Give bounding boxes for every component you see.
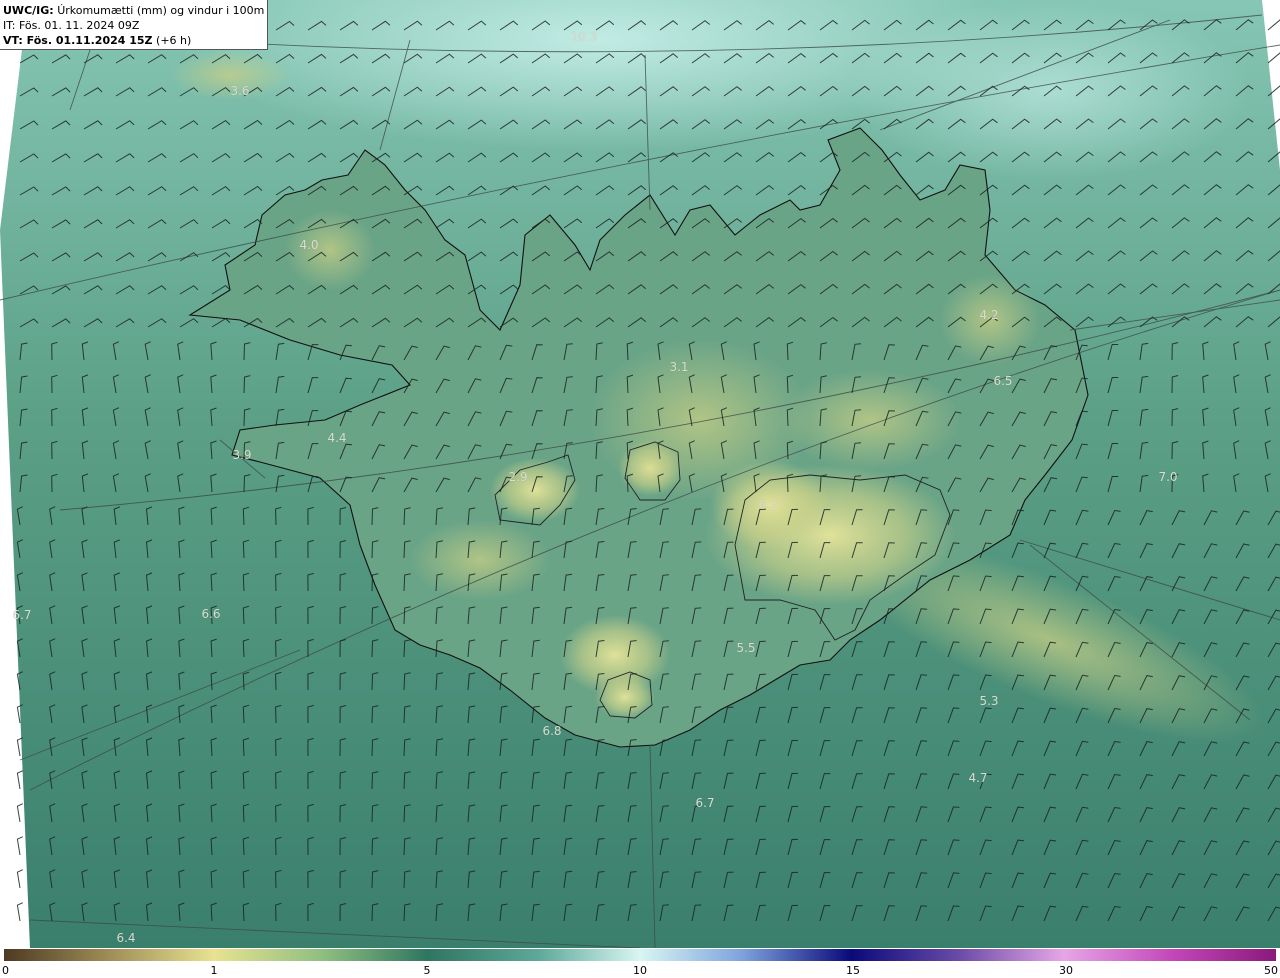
forecast-offset: (+6 h) [156, 34, 192, 47]
map-value-label: 6.5 [993, 374, 1013, 388]
map-value-label: 6.4 [116, 931, 136, 945]
map-value-label: 3.6 [230, 84, 250, 98]
title-row: UWC/IG: Úrkomumætti (mm) og vindur i 100… [3, 3, 264, 18]
colorbar-tick: 5 [423, 964, 431, 977]
map-value-label: 5.3 [979, 694, 999, 708]
map-value-label: 3.1 [669, 360, 689, 374]
map-value-label: 6.7 [695, 796, 715, 810]
map-value-label: 4.0 [299, 238, 319, 252]
model-name: UWC/IG: [3, 4, 54, 17]
valid-time-row: VT: Fös. 01.11.2024 15Z (+6 h) [3, 33, 264, 48]
map-value-label: 4.7 [968, 771, 988, 785]
colorbar-tick: 1 [210, 964, 218, 977]
valid-time: VT: Fös. 01.11.2024 15Z [3, 34, 153, 47]
colorbar-tick: 15 [846, 964, 860, 977]
map-value-label: 2.9 [508, 470, 528, 484]
map-value-label: 4.2 [979, 308, 999, 322]
colorbar [4, 949, 1276, 961]
map-value-label: 6.7 [12, 608, 32, 622]
map-value-label: 6.6 [201, 607, 221, 621]
precipitable-water-map [0, 0, 1280, 948]
map-value-label: 6.8 [542, 724, 562, 738]
map-value-label: 4.4 [327, 431, 347, 445]
map-value-label: 3.9 [232, 448, 252, 462]
product-title: Úrkomumætti (mm) og vindur i 100m hæð [57, 4, 264, 17]
title-box: UWC/IG: Úrkomumætti (mm) og vindur i 100… [0, 0, 268, 50]
colorbar-tick: 0 [2, 964, 9, 977]
colorbar-tick: 10 [633, 964, 647, 977]
colorbar-ticks: 0 1 5 10 15 30 50 [0, 962, 1280, 978]
colorbar-tick: 30 [1059, 964, 1073, 977]
initial-time: IT: Fös. 01. 11. 2024 09Z [3, 19, 140, 32]
map-value-label: 6.2 [758, 498, 778, 512]
map-value-label: 5.5 [736, 641, 756, 655]
map-value-label: 7.0 [1158, 470, 1178, 484]
map-value-label: 10.3 [570, 30, 598, 44]
colorbar-tick: 50 [1264, 964, 1278, 977]
